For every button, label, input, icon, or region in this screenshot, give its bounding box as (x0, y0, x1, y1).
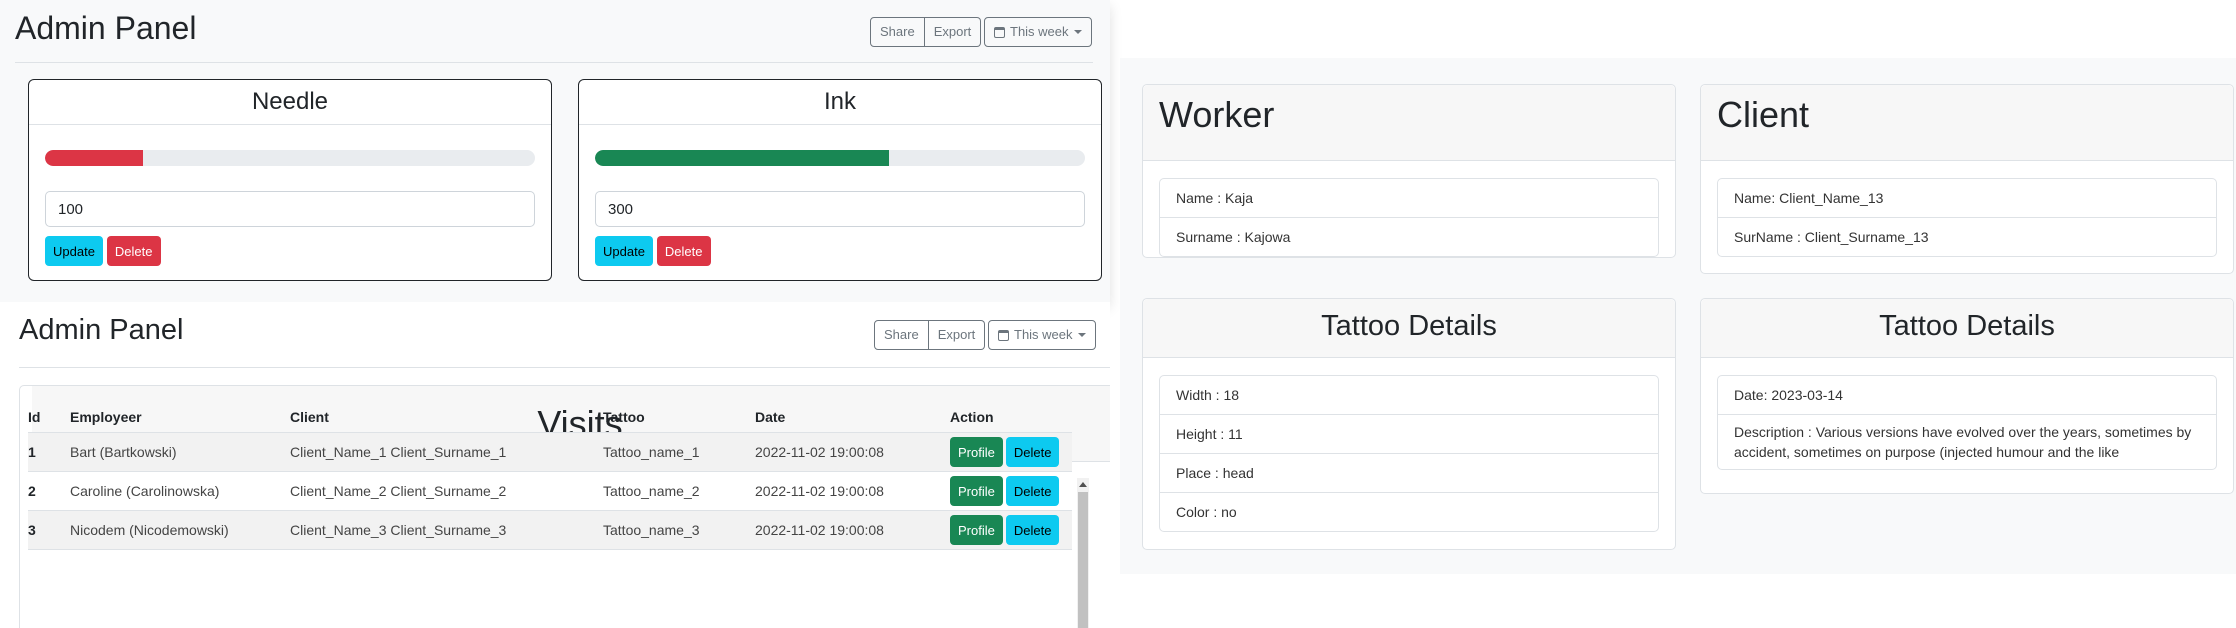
tattoo-details-heading: Tattoo Details (1143, 299, 1675, 358)
visit-employee: Bart (Bartkowski) (70, 432, 290, 472)
delete-button[interactable]: Delete (656, 236, 711, 266)
list-item: Surname : Kajowa (1176, 229, 1291, 245)
visit-client: Client_Name_2 Client_Surname_2 (290, 471, 603, 511)
table-header-row: Id Employeer Client Tattoo Date Action (28, 402, 1072, 433)
worker-list: Name : Kaja Surname : Kajowa (1159, 178, 1659, 257)
column-header: Date (755, 402, 950, 433)
page-title: Admin Panel (15, 10, 197, 46)
table-row: 3 Nicodem (Nicodemowski) Client_Name_3 C… (28, 510, 1072, 550)
visits-table: Id Employeer Client Tattoo Date Action 1… (28, 402, 1072, 550)
visit-client: Client_Name_3 Client_Surname_3 (290, 510, 603, 550)
list-item: Width : 18 (1160, 376, 1658, 415)
period-label: This week (1010, 24, 1069, 39)
list-item: Name : Kaja (1160, 179, 1658, 218)
share-button[interactable]: Share (870, 17, 925, 47)
visit-tattoo: Tattoo_name_1 (603, 432, 755, 472)
divider (15, 62, 1093, 63)
client-heading: Client (1701, 85, 2233, 161)
tattoo-details-heading: Tattoo Details (1701, 299, 2233, 358)
table-row: 2 Caroline (Carolinowska) Client_Name_2 … (28, 471, 1072, 511)
resource-quantity-input[interactable] (595, 191, 1085, 227)
scroll-up-arrow-icon[interactable] (1079, 482, 1087, 487)
progress-fill (595, 150, 889, 166)
scrollbar-thumb[interactable] (1078, 492, 1088, 628)
visit-id: 1 (28, 432, 70, 472)
visit-client: Client_Name_1 Client_Surname_1 (290, 432, 603, 472)
calendar-icon (998, 329, 1009, 341)
resource-card-ink: Ink Update Delete (578, 79, 1102, 281)
delete-button[interactable]: Delete (1005, 515, 1060, 545)
period-dropdown[interactable]: This week (984, 17, 1092, 47)
visit-id: 3 (28, 510, 70, 550)
delete-button[interactable]: Delete (106, 236, 161, 266)
visit-date: 2022-11-02 19:00:08 (755, 432, 950, 472)
table-scrollbar[interactable] (1077, 478, 1089, 628)
calendar-icon (994, 26, 1005, 38)
resource-quantity-input[interactable] (45, 191, 535, 227)
visit-date: 2022-11-02 19:00:08 (755, 510, 950, 550)
admin-panel-resources: Admin Panel Share Export This week Needl… (0, 0, 1110, 302)
delete-button[interactable]: Delete (1005, 476, 1060, 506)
client-list: Name: Client_Name_13 SurName : Client_Su… (1717, 178, 2217, 257)
visit-actions: Profile Delete (950, 432, 1072, 472)
resource-card-needle: Needle Update Delete (28, 79, 552, 281)
table-row: 1 Bart (Bartkowski) Client_Name_1 Client… (28, 432, 1072, 472)
list-item: Description : Various versions have evol… (1734, 424, 2192, 460)
caret-down-icon (1077, 333, 1086, 337)
worker-card: Worker Name : Kaja Surname : Kajowa (1142, 84, 1676, 258)
list-item: Height : 11 (1160, 415, 1658, 454)
update-button[interactable]: Update (595, 236, 653, 266)
list-item: SurName : Client_Surname_13 (1734, 229, 1929, 245)
visit-details-panel: Worker Name : Kaja Surname : Kajowa Clie… (1120, 58, 2236, 574)
resource-name: Needle (29, 80, 551, 125)
client-card: Client Name: Client_Name_13 SurName : Cl… (1700, 84, 2234, 274)
page-title: Admin Panel (19, 314, 184, 346)
export-button[interactable]: Export (924, 17, 982, 47)
delete-button[interactable]: Delete (1005, 437, 1060, 467)
admin-panel-visits: Admin Panel Share Export This week Visit… (0, 302, 1110, 628)
list-item: Name: Client_Name_13 (1718, 179, 2216, 218)
visit-tattoo: Tattoo_name_2 (603, 471, 755, 511)
period-dropdown[interactable]: This week (988, 320, 1096, 350)
list-item: Place : head (1160, 454, 1658, 493)
progress-fill (45, 150, 143, 166)
visit-date: 2022-11-02 19:00:08 (755, 471, 950, 511)
tattoo-details-card: Tattoo Details Width : 18 Height : 11 Pl… (1142, 298, 1676, 550)
share-button[interactable]: Share (874, 320, 929, 350)
worker-heading: Worker (1143, 85, 1675, 161)
divider (19, 367, 1110, 368)
caret-down-icon (1073, 30, 1082, 34)
profile-button[interactable]: Profile (950, 515, 1003, 545)
tattoo-details-list: Width : 18 Height : 11 Place : head Colo… (1159, 375, 1659, 532)
column-header: Action (950, 402, 1072, 433)
resource-name: Ink (579, 80, 1101, 125)
visit-employee: Caroline (Carolinowska) (70, 471, 290, 511)
visit-employee: Nicodem (Nicodemowski) (70, 510, 290, 550)
share-export-group: Share Export (874, 320, 986, 350)
tattoo-details-card: Tattoo Details Date: 2023-03-14 Descript… (1700, 298, 2234, 494)
period-label: This week (1014, 327, 1073, 342)
list-item: Date: 2023-03-14 (1718, 376, 2216, 415)
profile-button[interactable]: Profile (950, 437, 1003, 467)
visit-actions: Profile Delete (950, 471, 1072, 511)
share-export-group: Share Export (870, 17, 982, 47)
update-button[interactable]: Update (45, 236, 103, 266)
visit-tattoo: Tattoo_name_3 (603, 510, 755, 550)
column-header: Tattoo (603, 402, 755, 433)
resource-progress (595, 150, 1085, 166)
tattoo-details-list: Date: 2023-03-14 Description : Various v… (1717, 375, 2217, 470)
visit-actions: Profile Delete (950, 510, 1072, 550)
list-item: Color : no (1176, 504, 1237, 520)
column-header: Id (28, 402, 70, 433)
column-header: Client (290, 402, 603, 433)
profile-button[interactable]: Profile (950, 476, 1003, 506)
export-button[interactable]: Export (928, 320, 986, 350)
column-header: Employeer (70, 402, 290, 433)
visit-id: 2 (28, 471, 70, 511)
resource-progress (45, 150, 535, 166)
